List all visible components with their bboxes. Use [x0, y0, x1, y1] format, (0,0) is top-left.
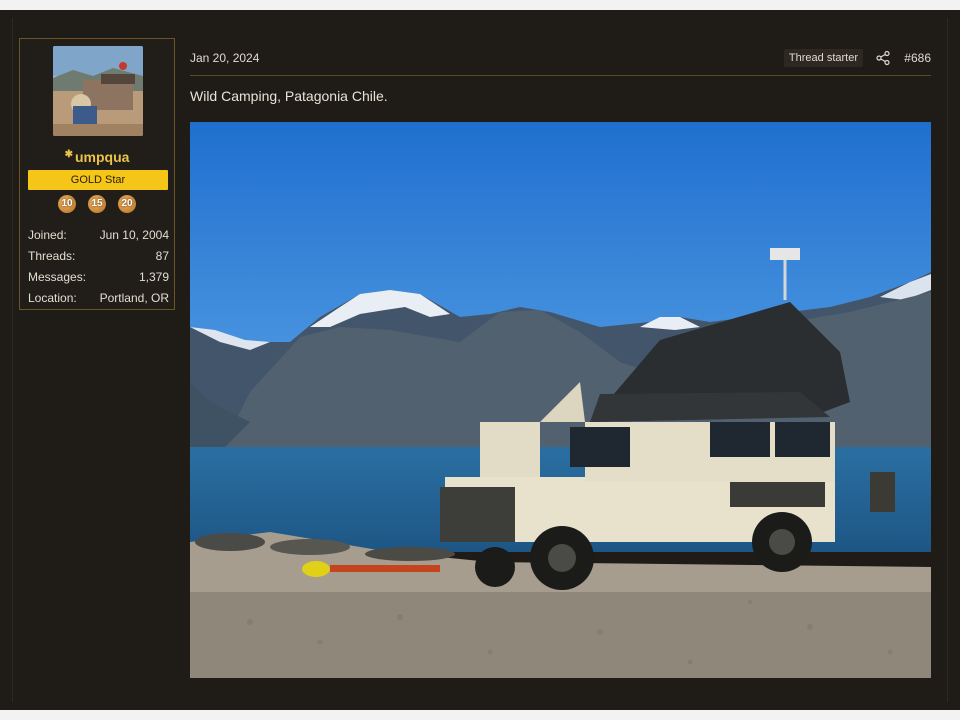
post-date[interactable]: Jan 20, 2024 — [190, 51, 259, 65]
stat-row-threads: Threads: 87 — [28, 246, 169, 267]
stat-value: Jun 10, 2004 — [99, 228, 169, 242]
share-icon[interactable] — [875, 50, 891, 66]
stat-value[interactable]: 87 — [156, 246, 169, 267]
avatar[interactable] — [53, 46, 143, 136]
role-badge: GOLD Star — [28, 170, 168, 190]
star-icon: ✱ — [64, 149, 73, 160]
stat-label: Threads: — [28, 249, 76, 263]
trophy-row: 10 15 20 — [20, 195, 174, 215]
stat-label: Messages: — [28, 270, 87, 284]
trophy-10-icon[interactable]: 10 — [58, 195, 76, 215]
post-header: Jan 20, 2024 Thread starter #686 — [190, 48, 931, 76]
username-text[interactable]: umpqua — [75, 149, 129, 165]
trophy-15-icon[interactable]: 15 — [88, 195, 106, 215]
stat-label: Joined: — [28, 228, 67, 242]
username[interactable]: ✱ umpqua — [20, 149, 174, 165]
stat-row-joined: Joined: Jun 10, 2004 — [28, 225, 169, 246]
stat-row-messages: Messages: 1,379 — [28, 267, 169, 288]
user-stats: Joined: Jun 10, 2004 Threads: 87 Message… — [28, 225, 169, 309]
post-body-text: Wild Camping, Patagonia Chile. — [190, 88, 388, 104]
trophy-20-icon[interactable]: 20 — [118, 195, 136, 215]
post-photo[interactable] — [190, 122, 931, 678]
post-number-link[interactable]: #686 — [904, 51, 931, 65]
stat-label: Location: — [28, 291, 77, 305]
stat-row-location: Location: Portland, OR — [28, 288, 169, 309]
post-container: ✱ umpqua GOLD Star 10 15 20 Joined: Jun 1… — [12, 18, 948, 702]
post-frame: ✱ umpqua GOLD Star 10 15 20 Joined: Jun 1… — [0, 10, 960, 710]
thread-starter-badge: Thread starter — [783, 49, 863, 67]
stat-value: Portland, OR — [99, 291, 169, 305]
stat-value[interactable]: 1,379 — [139, 267, 169, 288]
user-card: ✱ umpqua GOLD Star 10 15 20 Joined: Jun 1… — [19, 38, 175, 310]
